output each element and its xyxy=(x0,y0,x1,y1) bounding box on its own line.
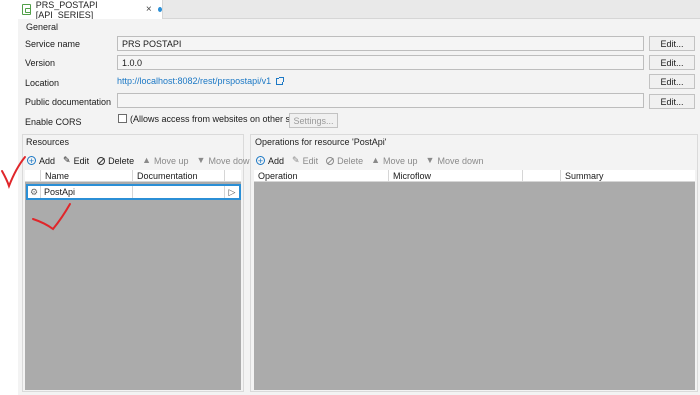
table-row[interactable]: ⚙ PostApi ▷ xyxy=(26,184,241,200)
unsaved-dot-icon xyxy=(157,7,162,12)
tab-title: PRS_POSTAPI [API_SERIES] xyxy=(35,0,98,20)
service-name-label: Service name xyxy=(25,39,81,49)
left-margin xyxy=(0,0,18,395)
external-link-icon[interactable] xyxy=(276,76,285,85)
resources-group-title: Resources xyxy=(26,137,70,147)
editor-tab[interactable]: PRS_POSTAPI [API_SERIES] × xyxy=(18,0,163,20)
resources-header-end xyxy=(225,170,241,181)
public-documentation-label: Public documentation xyxy=(25,97,112,107)
triangle-up-icon: ▲ xyxy=(371,155,381,165)
operations-header-summary[interactable]: Summary xyxy=(561,170,695,181)
plus-circle-icon: + xyxy=(256,156,265,166)
resources-move-down-button[interactable]: ▼ Move down xyxy=(197,156,255,166)
play-triangle-icon[interactable]: ▷ xyxy=(225,186,239,198)
operations-delete-button[interactable]: Delete xyxy=(326,156,363,166)
resources-header-documentation[interactable]: Documentation xyxy=(133,170,225,181)
operations-toolbar: + Add ✎ Edit Delete ▲ Move up ▼ Move dow… xyxy=(256,155,492,166)
cors-settings-button[interactable]: Settings... xyxy=(289,113,338,128)
operations-grid[interactable] xyxy=(254,170,695,390)
location-link[interactable]: http://localhost:8082/rest/prspostapi/v1 xyxy=(117,75,285,87)
resources-edit-button[interactable]: ✎ Edit xyxy=(63,156,89,166)
version-edit-button[interactable]: Edit... xyxy=(649,55,695,70)
version-field[interactable]: 1.0.0 xyxy=(117,55,644,70)
resources-grid[interactable] xyxy=(25,170,241,390)
operations-header-microflow[interactable]: Microflow xyxy=(389,170,523,181)
published-rest-service-icon xyxy=(22,4,31,15)
location-url[interactable]: http://localhost:8082/rest/prspostapi/v1 xyxy=(117,76,271,86)
operations-header-operation[interactable]: Operation xyxy=(254,170,389,181)
pencil-icon: ✎ xyxy=(63,155,71,165)
location-label: Location xyxy=(25,78,60,88)
operations-edit-button[interactable]: ✎ Edit xyxy=(292,156,318,166)
operations-move-up-button[interactable]: ▲ Move up xyxy=(371,156,417,166)
close-icon[interactable]: × xyxy=(146,4,152,15)
resources-header-spacer xyxy=(25,170,41,181)
resource-name-cell: PostApi xyxy=(41,186,133,198)
resource-documentation-cell xyxy=(133,186,225,198)
prohibited-icon xyxy=(97,156,106,165)
prohibited-icon xyxy=(326,156,335,165)
public-documentation-field[interactable] xyxy=(117,93,644,108)
resources-delete-button[interactable]: Delete xyxy=(97,156,134,166)
version-label: Version xyxy=(25,58,56,68)
operations-grid-header: Operation Microflow Summary xyxy=(254,170,695,182)
operations-header-blank[interactable] xyxy=(523,170,561,181)
service-name-edit-button[interactable]: Edit... xyxy=(649,36,695,51)
enable-cors-checkbox[interactable] xyxy=(118,114,127,123)
service-name-field[interactable]: PRS POSTAPI xyxy=(117,36,644,51)
triangle-up-icon: ▲ xyxy=(142,155,152,165)
plus-circle-icon: + xyxy=(27,156,36,166)
resources-add-button[interactable]: + Add xyxy=(27,156,55,166)
enable-cors-label: Enable CORS xyxy=(25,117,82,127)
triangle-down-icon: ▼ xyxy=(196,155,206,165)
general-group-title: General xyxy=(26,22,59,32)
resources-move-up-button[interactable]: ▲ Move up xyxy=(142,156,188,166)
resources-toolbar: + Add ✎ Edit Delete ▲ Move up ▼ Move dow… xyxy=(27,155,263,166)
public-documentation-edit-button[interactable]: Edit... xyxy=(649,94,695,109)
location-edit-button[interactable]: Edit... xyxy=(649,74,695,89)
triangle-down-icon: ▼ xyxy=(425,155,435,165)
pencil-icon: ✎ xyxy=(292,155,300,165)
resources-grid-header: Name Documentation xyxy=(25,170,241,182)
operations-group-title: Operations for resource 'PostApi' xyxy=(255,137,387,147)
operations-add-button[interactable]: + Add xyxy=(256,156,284,166)
operations-move-down-button[interactable]: ▼ Move down xyxy=(426,156,484,166)
resources-header-name[interactable]: Name xyxy=(41,170,133,181)
resource-icon: ⚙ xyxy=(28,186,41,198)
